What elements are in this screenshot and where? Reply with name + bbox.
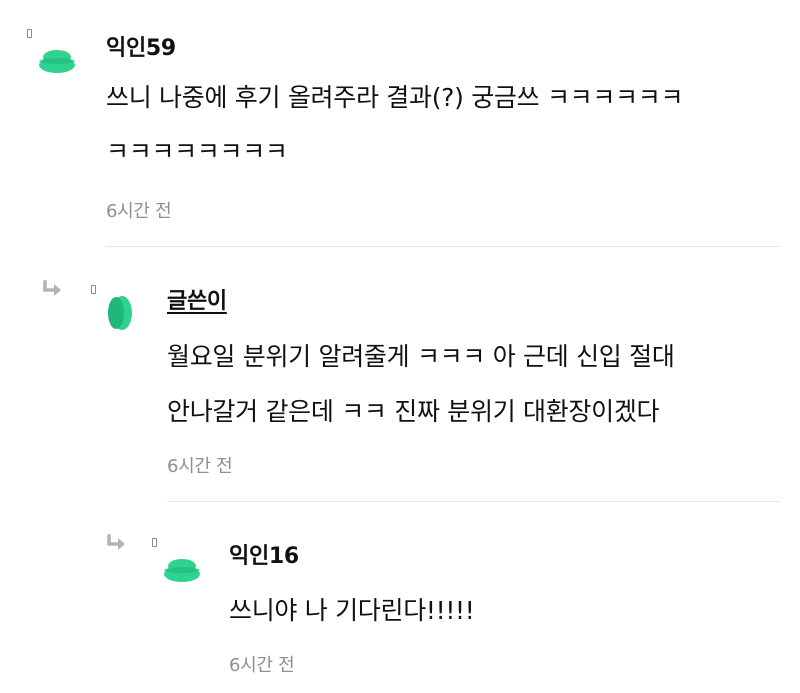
reply-item: 익인16 쓰니야 나 기다린다!!!!! 6시간 전	[0, 505, 800, 693]
comment-text-line: 쓰니 나중에 후기 올려주라 결과(?) 궁금쓰 ㅋㅋㅋㅋㅋㅋ	[106, 83, 684, 112]
reply-arrow-icon	[106, 534, 130, 554]
comment-text-line: ㅋㅋㅋㅋㅋㅋㅋㅋ	[106, 137, 288, 166]
comment-text-line: 안나갈거 같은데 ㅋㅋ 진짜 분위기 대환장이겠다	[167, 397, 660, 426]
comment-author[interactable]: 익인59	[106, 30, 176, 62]
comment-item: 익인59 쓰니 나중에 후기 올려주라 결과(?) 궁금쓰 ㅋㅋㅋㅋㅋㅋ ㅋㅋㅋ…	[0, 0, 800, 250]
menu-marker-icon[interactable]	[152, 538, 157, 547]
comment-timestamp: 6시간 전	[106, 201, 172, 222]
comment-author[interactable]: 익인16	[229, 538, 299, 570]
reply-item: 글쓴이 월요일 분위기 알려줄게 ㅋㅋㅋ 아 근데 신입 절대 안나갈거 같은데…	[0, 250, 800, 500]
comment-thread: 익인59 쓰니 나중에 후기 올려주라 결과(?) 궁금쓰 ㅋㅋㅋㅋㅋㅋ ㅋㅋㅋ…	[0, 0, 800, 693]
comment-timestamp: 6시간 전	[229, 655, 295, 676]
comment-author[interactable]: 글쓴이	[167, 283, 227, 315]
reply-arrow-icon	[42, 280, 66, 300]
green-disc-avatar-icon[interactable]	[38, 48, 76, 78]
menu-marker-icon[interactable]	[91, 285, 96, 294]
menu-marker-icon[interactable]	[27, 29, 32, 38]
comment-timestamp: 6시간 전	[167, 456, 233, 477]
divider	[106, 246, 780, 247]
comment-text-line: 월요일 분위기 알려줄게 ㅋㅋㅋ 아 근데 신입 절대	[167, 342, 675, 371]
comment-text-line: 쓰니야 나 기다린다!!!!!	[229, 596, 475, 625]
green-disc-avatar-icon[interactable]	[163, 557, 201, 587]
divider	[167, 501, 780, 502]
green-disc-avatar-icon[interactable]	[107, 295, 133, 335]
